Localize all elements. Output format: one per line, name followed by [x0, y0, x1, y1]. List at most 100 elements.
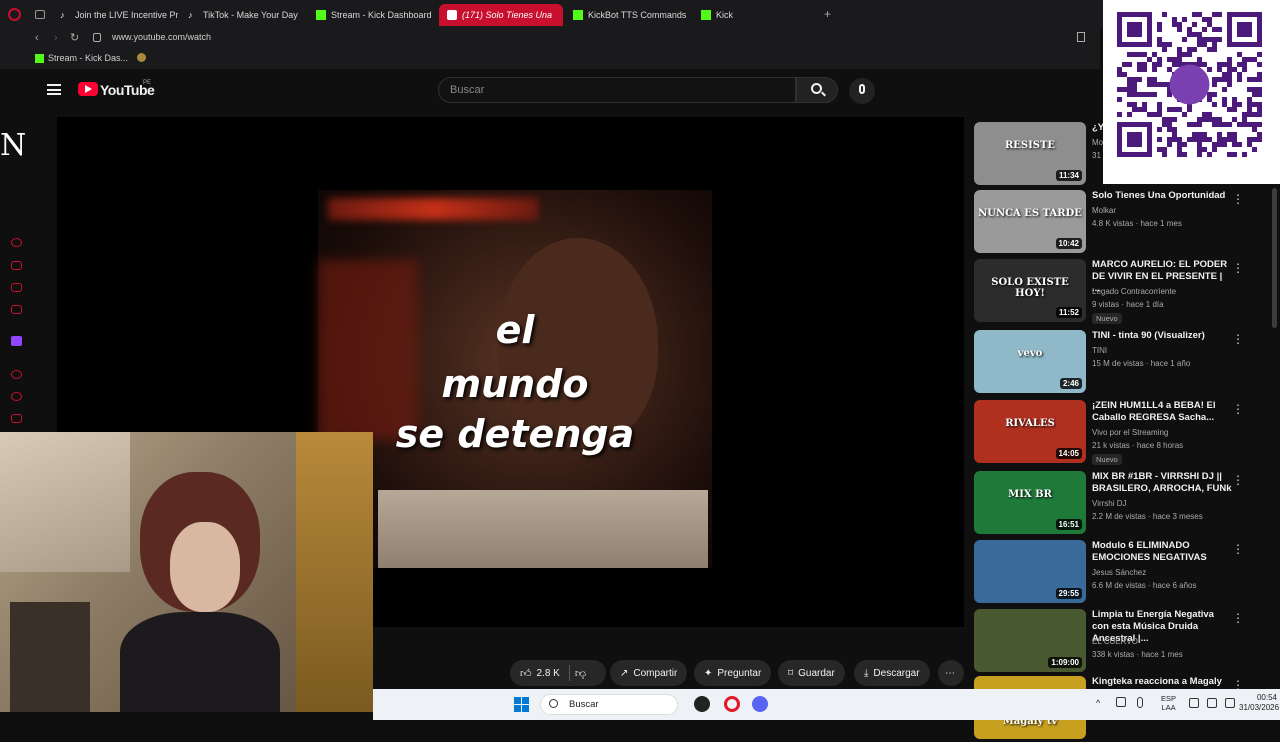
- discord-icon[interactable]: [752, 696, 768, 712]
- new-tab-icon[interactable]: +: [824, 7, 831, 21]
- bookmark-stream-kick[interactable]: Stream - Kick Das...: [48, 53, 128, 63]
- bookmark-icon[interactable]: [1077, 32, 1085, 42]
- recommended-video[interactable]: 1:09:00 Limpia tu Energía Negativa con es…: [974, 609, 1264, 675]
- search-input[interactable]: Buscar: [438, 77, 796, 103]
- opera-taskbar-icon[interactable]: [724, 696, 740, 712]
- channel-name[interactable]: Jesus Sánchez: [1092, 566, 1146, 579]
- opera-logo-icon[interactable]: [8, 8, 21, 21]
- tab-kick-dashboard[interactable]: Stream - Kick Dashboard: [308, 4, 436, 26]
- sidebar-icon-2[interactable]: [11, 261, 22, 270]
- volume-icon[interactable]: [1207, 698, 1217, 708]
- video-thumbnail[interactable]: RIVALES 14:05: [974, 400, 1086, 463]
- download-button[interactable]: ⤓ Descargar: [854, 660, 930, 686]
- channel-name[interactable]: Virrshi DJ: [1092, 497, 1127, 510]
- more-options-icon[interactable]: ⋮: [1232, 611, 1244, 625]
- video-title[interactable]: Solo Tienes Una Oportunidad: [1092, 190, 1232, 202]
- video-frame[interactable]: el mundo se detenga: [318, 190, 712, 568]
- qr-module: [1177, 107, 1182, 112]
- scrollbar[interactable]: [1272, 188, 1277, 328]
- tab-tiktok[interactable]: ♪ TikTok - Make Your Day: [180, 4, 306, 26]
- video-title[interactable]: Modulo 6 ELIMINADO EMOCIONES NEGATIVAS: [1092, 540, 1232, 564]
- like-count[interactable]: 2.8 K: [537, 668, 560, 679]
- thumbs-down-icon[interactable]: 👎︎: [575, 667, 586, 680]
- channel-name[interactable]: Molkar: [1092, 204, 1116, 217]
- ask-button[interactable]: ✦ Preguntar: [694, 660, 772, 686]
- mic-icon[interactable]: [1137, 697, 1143, 708]
- video-title[interactable]: ¡ZEIN HUM1LL4 a BEBA! El Caballo REGRESA…: [1092, 400, 1232, 424]
- video-title[interactable]: TINI - tinta 90 (Visualizer): [1092, 330, 1232, 342]
- share-button[interactable]: ↗ Compartir: [610, 660, 688, 686]
- tab-kickbot[interactable]: KickBot TTS Commands: [565, 4, 691, 26]
- tab-youtube-active[interactable]: (171) Solo Tienes Una: [439, 4, 563, 26]
- qr-module: [1252, 102, 1257, 107]
- video-thumbnail[interactable]: RESISTE 11:34: [974, 122, 1086, 185]
- qr-module: [1202, 27, 1207, 32]
- recommended-video[interactable]: RIVALES 14:05 ¡ZEIN HUM1LL4 a BEBA! El Cab…: [974, 400, 1264, 466]
- workspace-icon[interactable]: [35, 10, 45, 19]
- recommended-video[interactable]: vevo 2:46 TINI - tinta 90 (Visualizer) TINI…: [974, 330, 1264, 396]
- more-button[interactable]: ⋯: [938, 660, 964, 686]
- video-thumbnail[interactable]: SOLO EXISTE HOY! 11:52: [974, 259, 1086, 322]
- channel-name[interactable]: Mo: [1092, 136, 1103, 149]
- recommended-video[interactable]: MIX BR 16:51 MIX BR #1BR - VIRRSHI DJ || B…: [974, 471, 1264, 537]
- qr-module: [1157, 137, 1162, 142]
- app-icon-1[interactable]: [694, 696, 710, 712]
- video-title[interactable]: MIX BR #1BR - VIRRSHI DJ || BRASILERO, A…: [1092, 471, 1232, 495]
- network-icon[interactable]: [1116, 697, 1126, 707]
- thumbs-up-icon[interactable]: 👍︎: [520, 667, 532, 680]
- more-options-icon[interactable]: ⋮: [1232, 332, 1244, 346]
- windows-start-icon[interactable]: [514, 697, 529, 712]
- clock[interactable]: 00:54 31/03/2026: [1239, 693, 1279, 713]
- video-duration: 16:51: [1055, 519, 1082, 530]
- more-options-icon[interactable]: ⋮: [1232, 542, 1244, 556]
- url-field[interactable]: www.youtube.com/watch: [112, 32, 211, 42]
- sidebar-icon-1[interactable]: [11, 238, 22, 247]
- qr-module: [1142, 67, 1147, 72]
- sidebar-icon-3[interactable]: [11, 283, 22, 292]
- back-icon[interactable]: ‹: [35, 32, 39, 44]
- taskbar-search[interactable]: Buscar: [540, 694, 678, 715]
- thumbnail-text: NUNCA ES TARDE: [978, 208, 1082, 219]
- qr-module: [1212, 27, 1217, 32]
- menu-icon[interactable]: [47, 84, 61, 95]
- channel-name[interactable]: EL CUERVO: [1092, 635, 1138, 648]
- video-thumbnail[interactable]: 29:55: [974, 540, 1086, 603]
- sidebar-icon-6[interactable]: [11, 392, 22, 401]
- video-thumbnail[interactable]: 1:09:00: [974, 609, 1086, 672]
- reload-icon[interactable]: ↻: [70, 31, 79, 44]
- recommended-video[interactable]: SOLO EXISTE HOY! 11:52 MARCO AURELIO: EL P…: [974, 259, 1264, 325]
- more-options-icon[interactable]: ⋮: [1232, 192, 1244, 206]
- qr-module: [1152, 92, 1157, 97]
- channel-name[interactable]: Legado Contracorriente: [1092, 285, 1176, 298]
- extension-icon[interactable]: [137, 53, 146, 62]
- sidebar-icon-4[interactable]: [11, 305, 22, 314]
- youtube-logo-icon[interactable]: [78, 82, 98, 96]
- video-thumbnail[interactable]: MIX BR 16:51: [974, 471, 1086, 534]
- recommended-video[interactable]: NUNCA ES TARDE 10:42 Solo Tienes Una Oport…: [974, 190, 1264, 256]
- channel-name[interactable]: Vivo por el Streaming: [1092, 426, 1168, 439]
- sidebar-icon-7[interactable]: [11, 414, 22, 423]
- tab-live-incentive[interactable]: ♪ Join the LIVE Incentive Pro: [52, 4, 178, 26]
- sidebar-icon-5[interactable]: [11, 370, 22, 379]
- channel-name[interactable]: TINI: [1092, 344, 1107, 357]
- save-button[interactable]: ⌑ Guardar: [778, 660, 845, 686]
- video-thumbnail[interactable]: vevo 2:46: [974, 330, 1086, 393]
- qr-module: [1227, 122, 1232, 127]
- more-options-icon[interactable]: ⋮: [1232, 473, 1244, 487]
- more-options-icon[interactable]: ⋮: [1232, 402, 1244, 416]
- qr-module: [1162, 122, 1167, 127]
- voice-search-button[interactable]: [849, 78, 875, 104]
- tab-kick[interactable]: Kick: [693, 4, 813, 26]
- more-options-icon[interactable]: ⋮: [1232, 261, 1244, 275]
- tray-chevron-icon[interactable]: ^: [1096, 698, 1100, 708]
- video-thumbnail[interactable]: NUNCA ES TARDE 10:42: [974, 190, 1086, 253]
- wifi-icon[interactable]: [1189, 698, 1199, 708]
- qr-module: [1252, 57, 1257, 62]
- qr-module: [1167, 127, 1172, 132]
- twitch-icon[interactable]: [11, 336, 22, 346]
- search-button[interactable]: [796, 77, 838, 103]
- recommended-video[interactable]: 29:55 Modulo 6 ELIMINADO EMOCIONES NEGATI…: [974, 540, 1264, 606]
- forward-icon[interactable]: ›: [54, 32, 58, 44]
- battery-icon[interactable]: [1225, 698, 1235, 708]
- language-indicator[interactable]: ESP LAA: [1161, 694, 1176, 712]
